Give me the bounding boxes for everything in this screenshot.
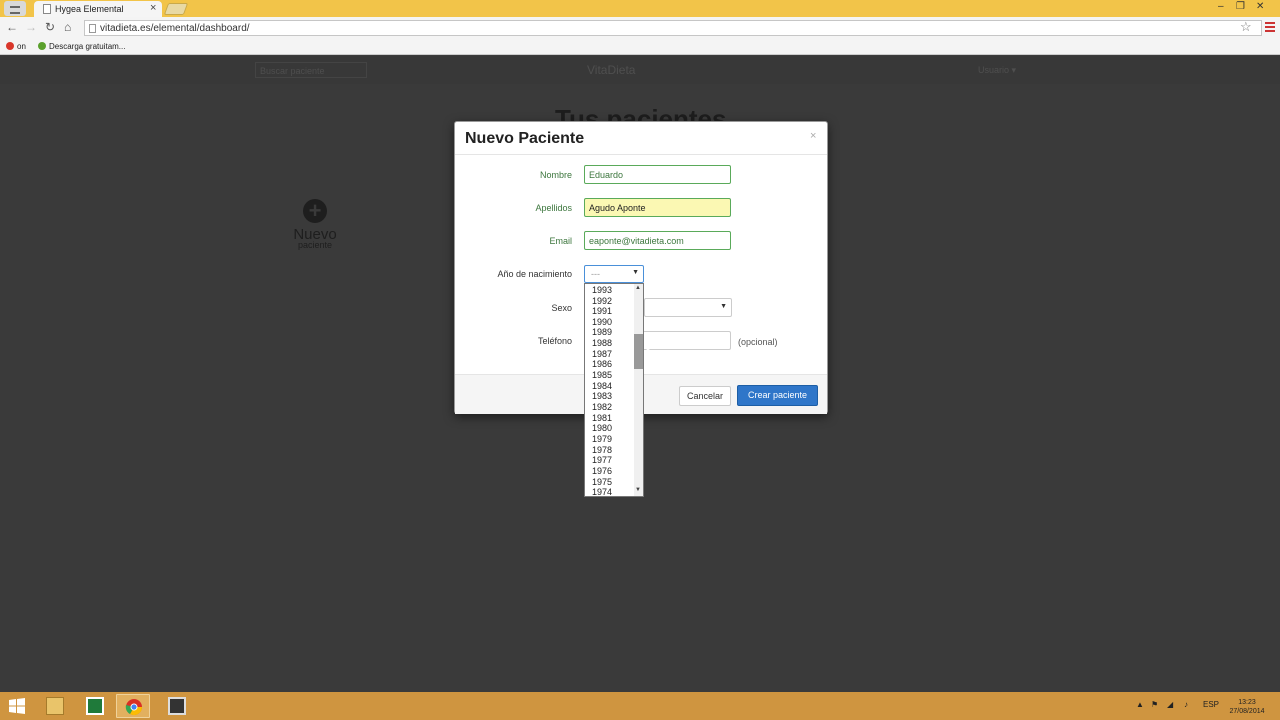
year-option[interactable]: 1984 <box>592 381 612 391</box>
red-circle-icon <box>6 42 14 50</box>
year-option[interactable]: 1986 <box>592 359 612 369</box>
year-option[interactable]: 1979 <box>592 434 612 444</box>
page-icon <box>89 24 96 33</box>
year-option[interactable]: 1975 <box>592 477 612 487</box>
language-indicator[interactable]: ESP <box>1203 700 1219 709</box>
telefono-hint: (opcional) <box>738 337 778 347</box>
birth-year-value: --- <box>591 269 600 279</box>
year-option[interactable]: 1987 <box>592 349 612 359</box>
year-option[interactable]: 1974 <box>592 487 612 496</box>
modal-title: Nuevo Paciente <box>465 130 585 147</box>
year-option[interactable]: 1989 <box>592 327 612 337</box>
back-icon[interactable]: ← <box>6 20 18 34</box>
apellidos-field[interactable]: Agudo Aponte <box>584 198 731 217</box>
email-label: Email <box>549 236 572 246</box>
taskbar-app[interactable] <box>160 694 194 718</box>
taskbar-explorer[interactable] <box>38 694 72 718</box>
network-icon[interactable]: ◢ <box>1167 700 1173 709</box>
maximize-icon[interactable]: ❐ <box>1236 1 1245 12</box>
year-option[interactable]: 1981 <box>592 413 612 423</box>
year-option[interactable]: 1982 <box>592 402 612 412</box>
clock-date: 27/08/2014 <box>1229 708 1265 715</box>
windows-taskbar: ▲ ⚑ ◢ ♪ ESP 13:23 27/08/2014 <box>0 692 1280 720</box>
new-patient-button[interactable]: + Nuevo paciente <box>280 199 350 251</box>
year-option[interactable]: 1985 <box>592 370 612 380</box>
clock[interactable]: 13:23 27/08/2014 <box>1226 698 1268 716</box>
scroll-down-icon[interactable]: ▼ <box>635 487 641 493</box>
address-bar[interactable]: vitadieta.es/elemental/dashboard/ <box>84 20 1262 36</box>
chrome-icon <box>125 699 143 716</box>
year-option[interactable]: 1977 <box>592 455 612 465</box>
close-icon[interactable]: × <box>810 130 816 142</box>
start-button[interactable] <box>0 694 34 718</box>
volume-icon[interactable]: ♪ <box>1184 700 1188 709</box>
nombre-label: Nombre <box>539 170 572 180</box>
year-option[interactable]: 1988 <box>592 338 612 348</box>
scrollbar-thumb[interactable] <box>634 334 643 369</box>
nombre-field[interactable]: Eduardo <box>584 165 731 184</box>
brand-logo[interactable]: VitaDieta <box>587 63 635 77</box>
show-hidden-icons-icon[interactable]: ▲ <box>1136 700 1144 709</box>
plus-circle-icon: + <box>303 199 327 223</box>
bookmarks-bar: on Descarga gratuitam... <box>0 38 1280 55</box>
windows-logo-icon <box>9 698 25 714</box>
birth-year-select[interactable]: --- ▼ <box>584 265 644 283</box>
browser-tab-strip: Hygea Elemental × – ❐ ✕ <box>0 0 1280 17</box>
clock-time: 13:23 <box>1238 699 1256 706</box>
caret-down-icon: ▼ <box>720 303 727 310</box>
bookmark-star-icon[interactable]: ☆ <box>1240 19 1252 35</box>
year-option[interactable]: 1983 <box>592 391 612 401</box>
telefono-label: Teléfono <box>537 336 572 346</box>
user-menu[interactable]: Usuario ▾ <box>978 65 1016 76</box>
page-icon <box>43 4 51 14</box>
scroll-up-icon[interactable]: ▲ <box>635 285 641 291</box>
leaf-icon <box>38 42 46 50</box>
minimize-icon[interactable]: – <box>1218 1 1224 12</box>
year-option[interactable]: 1991 <box>592 306 612 316</box>
dropdown-scrollbar[interactable]: ▲ ▼ <box>634 284 643 496</box>
year-option[interactable]: 1990 <box>592 317 612 327</box>
birth-year-dropdown[interactable]: 1993 1992 1991 1990 1989 1988 1987 1986 … <box>584 283 644 497</box>
create-patient-button[interactable]: Crear paciente <box>737 385 818 406</box>
spreadsheet-icon <box>86 697 104 715</box>
app-icon <box>168 697 186 715</box>
search-input[interactable]: Buscar paciente <box>255 62 367 78</box>
new-tab-button[interactable] <box>163 3 189 15</box>
year-option[interactable]: 1993 <box>592 285 612 295</box>
chrome-menu-icon[interactable] <box>1265 22 1275 32</box>
tab-close-icon[interactable]: × <box>150 2 156 14</box>
tab-title: Hygea Elemental <box>55 4 124 14</box>
bookmark-descarga[interactable]: Descarga gratuitam... <box>38 42 125 51</box>
year-option[interactable]: 1980 <box>592 423 612 433</box>
flag-icon[interactable]: ⚑ <box>1151 700 1158 709</box>
browser-tab[interactable]: Hygea Elemental × <box>34 1 162 17</box>
sexo-label: Sexo <box>551 303 572 313</box>
caret-down-icon: ▼ <box>632 269 639 276</box>
browser-toolbar: ← → ↻ ⌂ vitadieta.es/elemental/dashboard… <box>0 17 1280 38</box>
divider <box>455 154 827 155</box>
app-navbar: Buscar paciente VitaDieta Usuario ▾ <box>0 56 1280 84</box>
year-option[interactable]: 1976 <box>592 466 612 476</box>
bookmark-on[interactable]: on <box>6 42 26 51</box>
year-option[interactable]: 1978 <box>592 445 612 455</box>
taskbar-chrome[interactable] <box>116 694 150 718</box>
sexo-select[interactable]: ▼ <box>644 298 732 317</box>
url-text: vitadieta.es/elemental/dashboard/ <box>100 23 250 34</box>
reload-icon[interactable]: ↻ <box>45 20 55 34</box>
new-patient-sublabel: paciente <box>297 240 333 250</box>
forward-icon[interactable]: → <box>25 20 37 34</box>
close-window-icon[interactable]: ✕ <box>1256 1 1264 12</box>
email-field[interactable]: eaponte@vitadieta.com <box>584 231 731 250</box>
apellidos-label: Apellidos <box>535 203 572 213</box>
year-option[interactable]: 1992 <box>592 296 612 306</box>
cancel-button[interactable]: Cancelar <box>679 386 731 406</box>
browser-app-menu-icon[interactable] <box>4 1 26 16</box>
folder-icon <box>46 697 64 715</box>
taskbar-excel[interactable] <box>78 694 112 718</box>
birth-year-label: Año de nacimiento <box>497 269 572 279</box>
home-icon[interactable]: ⌂ <box>64 20 71 34</box>
